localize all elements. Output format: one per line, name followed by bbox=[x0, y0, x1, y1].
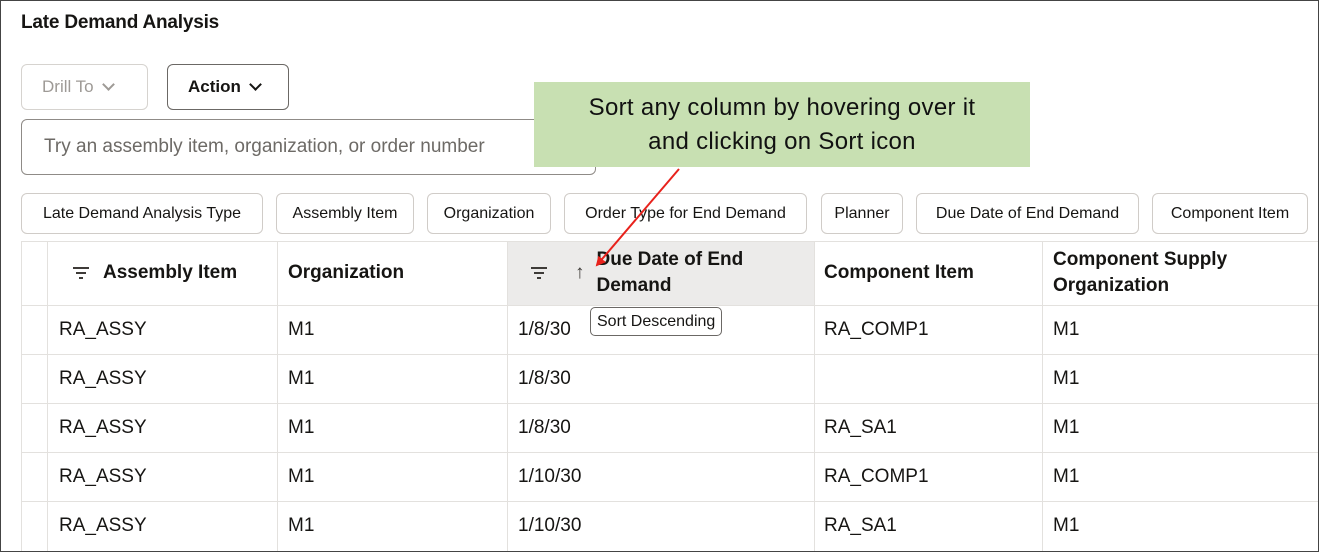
column-header-label: Organization bbox=[288, 262, 405, 283]
table-cell: M1 bbox=[288, 515, 315, 536]
action-label: Action bbox=[188, 77, 241, 96]
drill-to-button[interactable]: Drill To bbox=[21, 64, 148, 110]
table-cell: M1 bbox=[288, 417, 315, 438]
table-cell: 1/8/30 bbox=[518, 417, 571, 438]
filter-chip-late-demand-analysis-type[interactable]: Late Demand Analysis Type bbox=[21, 193, 263, 234]
table-cell: M1 bbox=[288, 368, 315, 389]
table-cell: RA_SA1 bbox=[824, 417, 897, 438]
callout-line: and clicking on Sort icon bbox=[648, 128, 916, 155]
column-header-label: Due Date of End bbox=[596, 249, 744, 270]
table-cell: M1 bbox=[1053, 515, 1080, 536]
filter-chip-label: Late Demand Analysis Type bbox=[42, 204, 242, 222]
table-cell: 1/8/30 bbox=[518, 368, 571, 389]
column-header-organization[interactable]: Organization bbox=[288, 241, 404, 305]
filter-lines-icon[interactable] bbox=[73, 267, 89, 279]
filter-chip-label: Order Type for End Demand bbox=[585, 204, 786, 222]
column-header-label: Demand bbox=[596, 275, 672, 296]
column-header-label: Organization bbox=[1053, 275, 1170, 296]
page-title: Late Demand Analysis bbox=[21, 12, 220, 33]
table-cell: RA_COMP1 bbox=[824, 319, 929, 340]
filter-chip-organization[interactable]: Organization bbox=[427, 193, 551, 234]
callout-line: Sort any column by hovering over it bbox=[588, 94, 976, 121]
column-header-label: Component Supply bbox=[1053, 249, 1228, 270]
table-row[interactable]: RA_ASSY M1 1/8/30 M1 bbox=[21, 354, 1318, 403]
table-cell: RA_ASSY bbox=[59, 466, 147, 487]
page-frame: Late Demand Analysis Drill To Action Try… bbox=[0, 0, 1319, 552]
chevron-down-icon bbox=[101, 78, 115, 91]
table-cell: RA_ASSY bbox=[59, 368, 147, 389]
table-cell: RA_SA1 bbox=[824, 515, 897, 536]
search-input[interactable]: Try an assembly item, organization, or o… bbox=[21, 119, 596, 175]
column-header-label: Component Item bbox=[824, 262, 974, 283]
table-cell: M1 bbox=[1053, 417, 1080, 438]
column-header-due-date[interactable]: ↑ Due Date of End Demand bbox=[531, 241, 743, 305]
search-placeholder: Try an assembly item, organization, or o… bbox=[44, 136, 485, 157]
column-header-component-item[interactable]: Component Item bbox=[824, 241, 974, 305]
sort-tooltip: Sort Descending bbox=[590, 307, 723, 336]
table-cell: RA_COMP1 bbox=[824, 466, 929, 487]
filter-chip-label: Due Date of End Demand bbox=[935, 204, 1120, 222]
table-cell: M1 bbox=[1053, 319, 1080, 340]
table-cell: M1 bbox=[288, 466, 315, 487]
filter-chip-order-type[interactable]: Order Type for End Demand bbox=[564, 193, 807, 234]
table-cell: RA_ASSY bbox=[59, 515, 147, 536]
arrow-up-icon[interactable]: ↑ bbox=[575, 260, 585, 286]
column-header-component-supply-org[interactable]: Component Supply Organization bbox=[1053, 241, 1227, 305]
filter-chip-due-date[interactable]: Due Date of End Demand bbox=[916, 193, 1139, 234]
table-cell: 1/10/30 bbox=[518, 515, 582, 536]
table-cell: M1 bbox=[288, 319, 315, 340]
table-cell: RA_ASSY bbox=[59, 417, 147, 438]
table-cell: M1 bbox=[1053, 466, 1080, 487]
action-button[interactable]: Action bbox=[167, 64, 289, 110]
table-cell: 1/10/30 bbox=[518, 466, 582, 487]
column-header-assembly-item[interactable]: Assembly Item bbox=[73, 241, 237, 305]
table-row[interactable]: RA_ASSY M1 1/10/30 RA_COMP1 M1 bbox=[21, 452, 1318, 501]
table-cell: M1 bbox=[1053, 368, 1080, 389]
filter-chip-planner[interactable]: Planner bbox=[821, 193, 903, 234]
column-header-label: Assembly Item bbox=[103, 262, 238, 283]
filter-chip-assembly-item[interactable]: Assembly Item bbox=[276, 193, 414, 234]
table-cell: 1/8/30 bbox=[518, 319, 571, 340]
filter-lines-icon[interactable] bbox=[531, 267, 547, 279]
filter-chip-label: Assembly Item bbox=[292, 204, 398, 222]
drill-to-label: Drill To bbox=[42, 77, 94, 96]
filter-chip-label: Component Item bbox=[1170, 204, 1290, 222]
annotation-callout: Sort any column by hovering over it and … bbox=[534, 82, 1030, 167]
table-cell: RA_ASSY bbox=[59, 319, 147, 340]
filter-chip-component-item[interactable]: Component Item bbox=[1152, 193, 1308, 234]
chevron-down-icon bbox=[249, 78, 262, 91]
filter-chip-label: Organization bbox=[443, 204, 535, 222]
table-row[interactable]: RA_ASSY M1 1/10/30 RA_SA1 M1 bbox=[21, 501, 1318, 550]
filter-chip-label: Planner bbox=[834, 204, 890, 222]
table-row[interactable]: RA_ASSY M1 1/8/30 RA_SA1 M1 bbox=[21, 403, 1318, 452]
